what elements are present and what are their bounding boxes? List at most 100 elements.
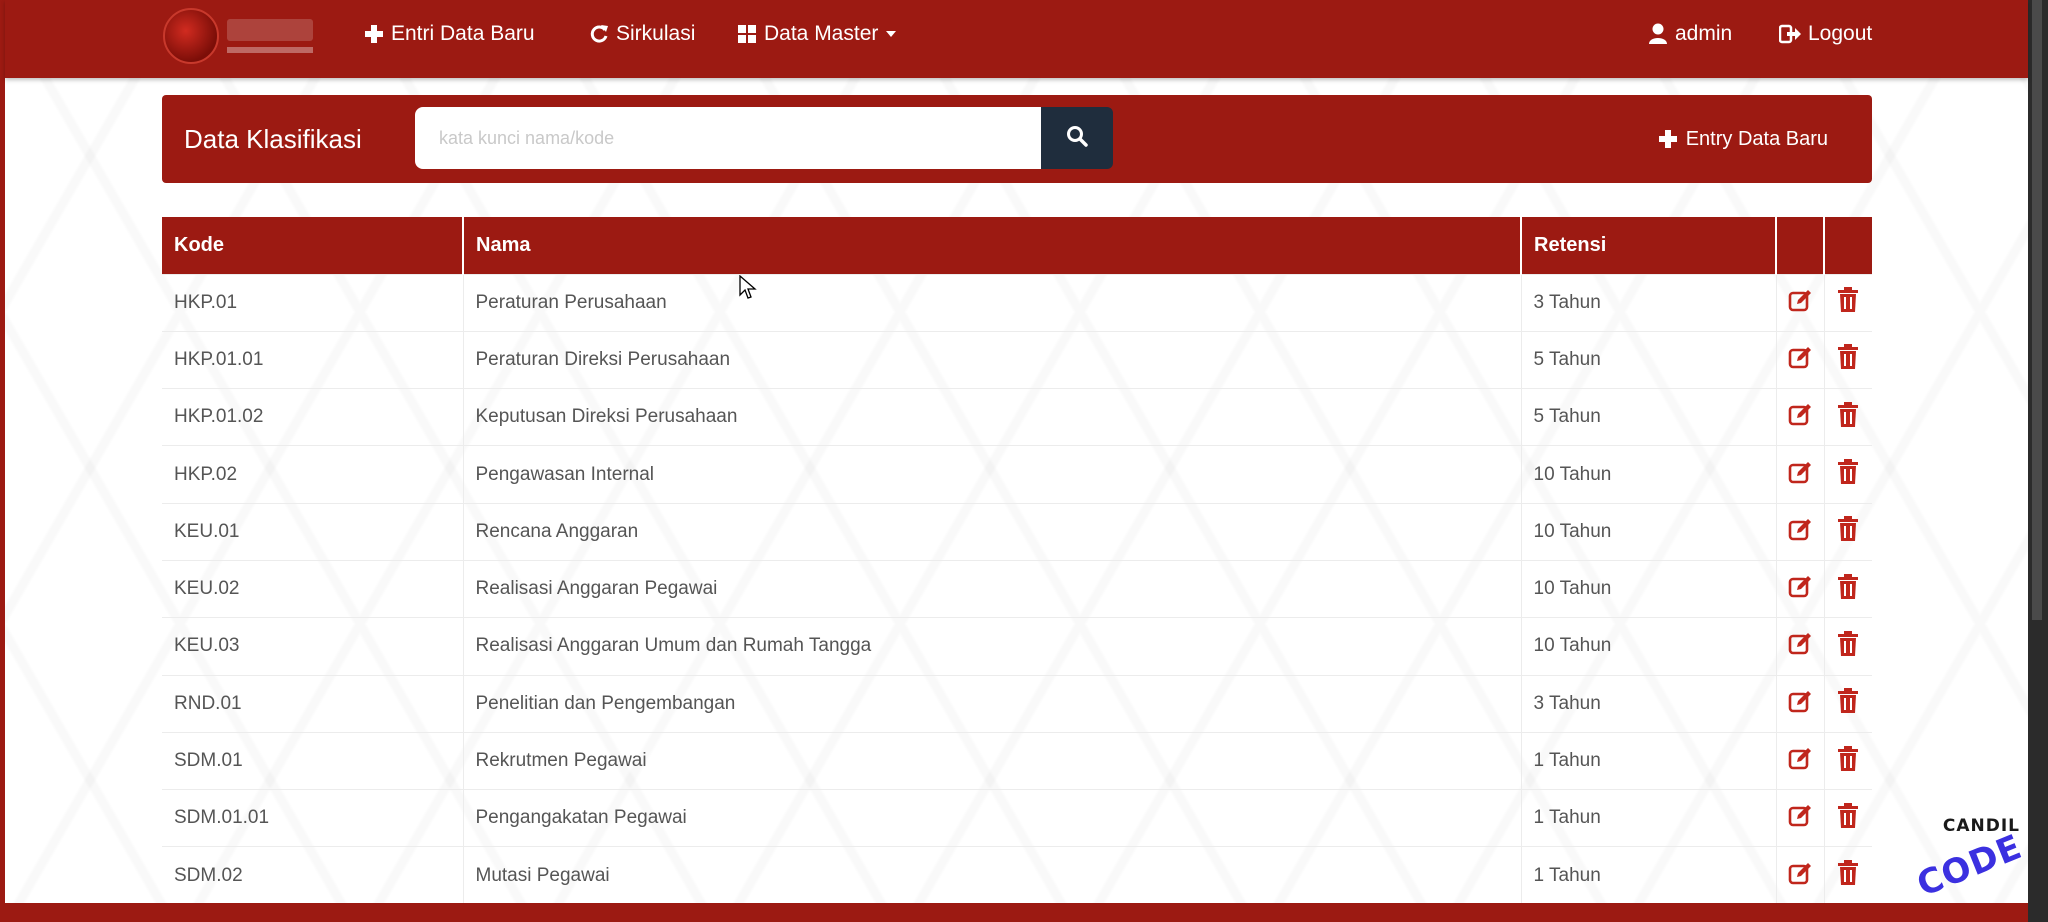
window-frame-left	[0, 0, 5, 922]
cell-delete	[1824, 502, 1872, 561]
header-edit	[1776, 217, 1825, 274]
cell-retensi: 3 Tahun	[1521, 273, 1777, 332]
trash-icon[interactable]	[1834, 573, 1862, 601]
table-row: RND.01 Penelitian dan Pengembangan 3 Tahun	[162, 674, 1872, 733]
edit-icon[interactable]	[1786, 745, 1814, 773]
trash-icon[interactable]	[1834, 458, 1862, 486]
trash-icon[interactable]	[1834, 859, 1862, 887]
edit-icon[interactable]	[1786, 630, 1814, 658]
cell-retensi: 5 Tahun	[1521, 330, 1777, 389]
cell-edit	[1776, 330, 1825, 389]
nav-entri-label: Entri Data Baru	[391, 22, 535, 45]
cell-kode: HKP.02	[162, 445, 464, 504]
logo-mark	[163, 8, 219, 64]
trash-icon[interactable]	[1834, 286, 1862, 314]
search-button[interactable]	[1041, 107, 1113, 169]
chevron-down-icon	[886, 31, 897, 37]
cell-edit	[1776, 674, 1825, 733]
header-retensi[interactable]: Retensi	[1521, 217, 1777, 274]
cell-delete	[1824, 674, 1872, 733]
cell-edit	[1776, 388, 1825, 446]
trash-icon[interactable]	[1834, 630, 1862, 658]
nav-user-menu[interactable]: admin	[1648, 0, 1732, 68]
footer-bar	[5, 903, 2028, 922]
edit-icon[interactable]	[1786, 573, 1814, 601]
trash-icon[interactable]	[1834, 687, 1862, 715]
logo-wordmark	[225, 13, 321, 59]
trash-icon[interactable]	[1834, 515, 1862, 543]
nav-logout-label: Logout	[1808, 22, 1873, 45]
header-nama[interactable]: Nama	[463, 217, 1522, 274]
cell-retensi: 1 Tahun	[1521, 846, 1777, 905]
cell-nama: Peraturan Direksi Perusahaan	[463, 330, 1522, 389]
table-row: KEU.03 Realisasi Anggaran Umum dan Rumah …	[162, 617, 1872, 676]
refresh-icon	[589, 24, 609, 44]
edit-icon[interactable]	[1786, 688, 1814, 716]
nav-data-master-label: Data Master	[764, 22, 879, 45]
edit-icon[interactable]	[1786, 287, 1814, 315]
edit-icon[interactable]	[1786, 344, 1814, 372]
cell-delete	[1824, 273, 1872, 332]
cell-kode: HKP.01.02	[162, 388, 464, 446]
cell-nama: Mutasi Pegawai	[463, 846, 1522, 905]
cell-nama: Realisasi Anggaran Umum dan Rumah Tangga	[463, 617, 1522, 676]
table-row: HKP.01.02 Keputusan Direksi Perusahaan 5 T…	[162, 388, 1872, 446]
cell-retensi: 3 Tahun	[1521, 674, 1777, 733]
edit-icon[interactable]	[1786, 401, 1814, 429]
trash-icon[interactable]	[1834, 802, 1862, 830]
cell-retensi: 10 Tahun	[1521, 559, 1777, 618]
cell-kode: KEU.02	[162, 559, 464, 618]
cell-nama: Rencana Anggaran	[463, 502, 1522, 561]
cell-edit	[1776, 559, 1825, 618]
grid-icon	[737, 24, 757, 44]
cell-delete	[1824, 330, 1872, 389]
top-navbar: Entri Data Baru Sirkulasi Data Master ad…	[5, 0, 2028, 78]
cell-nama: Penelitian dan Pengembangan	[463, 674, 1522, 733]
nav-logout[interactable]: Logout	[1779, 0, 1872, 68]
cell-edit	[1776, 502, 1825, 561]
watermark-line2: CODE	[1911, 826, 2028, 906]
cell-nama: Peraturan Perusahaan	[463, 273, 1522, 332]
cell-kode: SDM.01.01	[162, 789, 464, 847]
cell-retensi: 10 Tahun	[1521, 502, 1777, 561]
cell-edit	[1776, 445, 1825, 504]
cell-retensi: 5 Tahun	[1521, 388, 1777, 446]
table-row: KEU.02 Realisasi Anggaran Pegawai 10 Tahun	[162, 559, 1872, 618]
trash-icon[interactable]	[1834, 401, 1862, 429]
header-kode[interactable]: Kode	[162, 217, 464, 274]
cell-kode: HKP.01	[162, 273, 464, 332]
entry-data-baru-button[interactable]: Entry Data Baru	[1658, 95, 1828, 183]
cell-nama: Rekrutmen Pegawai	[463, 731, 1522, 790]
edit-icon[interactable]	[1786, 516, 1814, 544]
mouse-cursor-icon	[739, 274, 757, 306]
app-logo[interactable]	[163, 8, 321, 64]
cell-kode: KEU.03	[162, 617, 464, 676]
plus-icon	[1658, 129, 1678, 149]
edit-icon[interactable]	[1786, 860, 1814, 888]
nav-data-master-dropdown[interactable]: Data Master	[737, 0, 897, 68]
table-row: KEU.01 Rencana Anggaran 10 Tahun	[162, 502, 1872, 561]
cell-retensi: 1 Tahun	[1521, 789, 1777, 847]
cell-delete	[1824, 846, 1872, 905]
cell-kode: RND.01	[162, 674, 464, 733]
cell-nama: Realisasi Anggaran Pegawai	[463, 559, 1522, 618]
klasifikasi-table: Kode Nama Retensi HKP.01 Peraturan Perusa…	[162, 217, 1872, 905]
table-row: HKP.01.01 Peraturan Direksi Perusahaan 5 T…	[162, 330, 1872, 389]
logout-icon	[1779, 24, 1801, 44]
nav-sirkulasi-label: Sirkulasi	[616, 22, 696, 45]
scrollbar-thumb[interactable]	[2032, 0, 2042, 620]
nav-entri-data-baru[interactable]: Entri Data Baru	[364, 0, 535, 68]
search-input[interactable]	[415, 107, 1041, 169]
cell-delete	[1824, 445, 1872, 504]
table-row: HKP.01 Peraturan Perusahaan 3 Tahun	[162, 273, 1872, 332]
trash-icon[interactable]	[1834, 343, 1862, 371]
edit-icon[interactable]	[1786, 802, 1814, 830]
cell-retensi: 1 Tahun	[1521, 731, 1777, 790]
edit-icon[interactable]	[1786, 459, 1814, 487]
trash-icon[interactable]	[1834, 745, 1862, 773]
nav-sirkulasi[interactable]: Sirkulasi	[589, 0, 695, 68]
search-panel: Data Klasifikasi Entry Data Baru	[162, 95, 1872, 183]
vertical-scrollbar[interactable]	[2028, 0, 2048, 922]
cell-retensi: 10 Tahun	[1521, 617, 1777, 676]
cell-delete	[1824, 731, 1872, 790]
